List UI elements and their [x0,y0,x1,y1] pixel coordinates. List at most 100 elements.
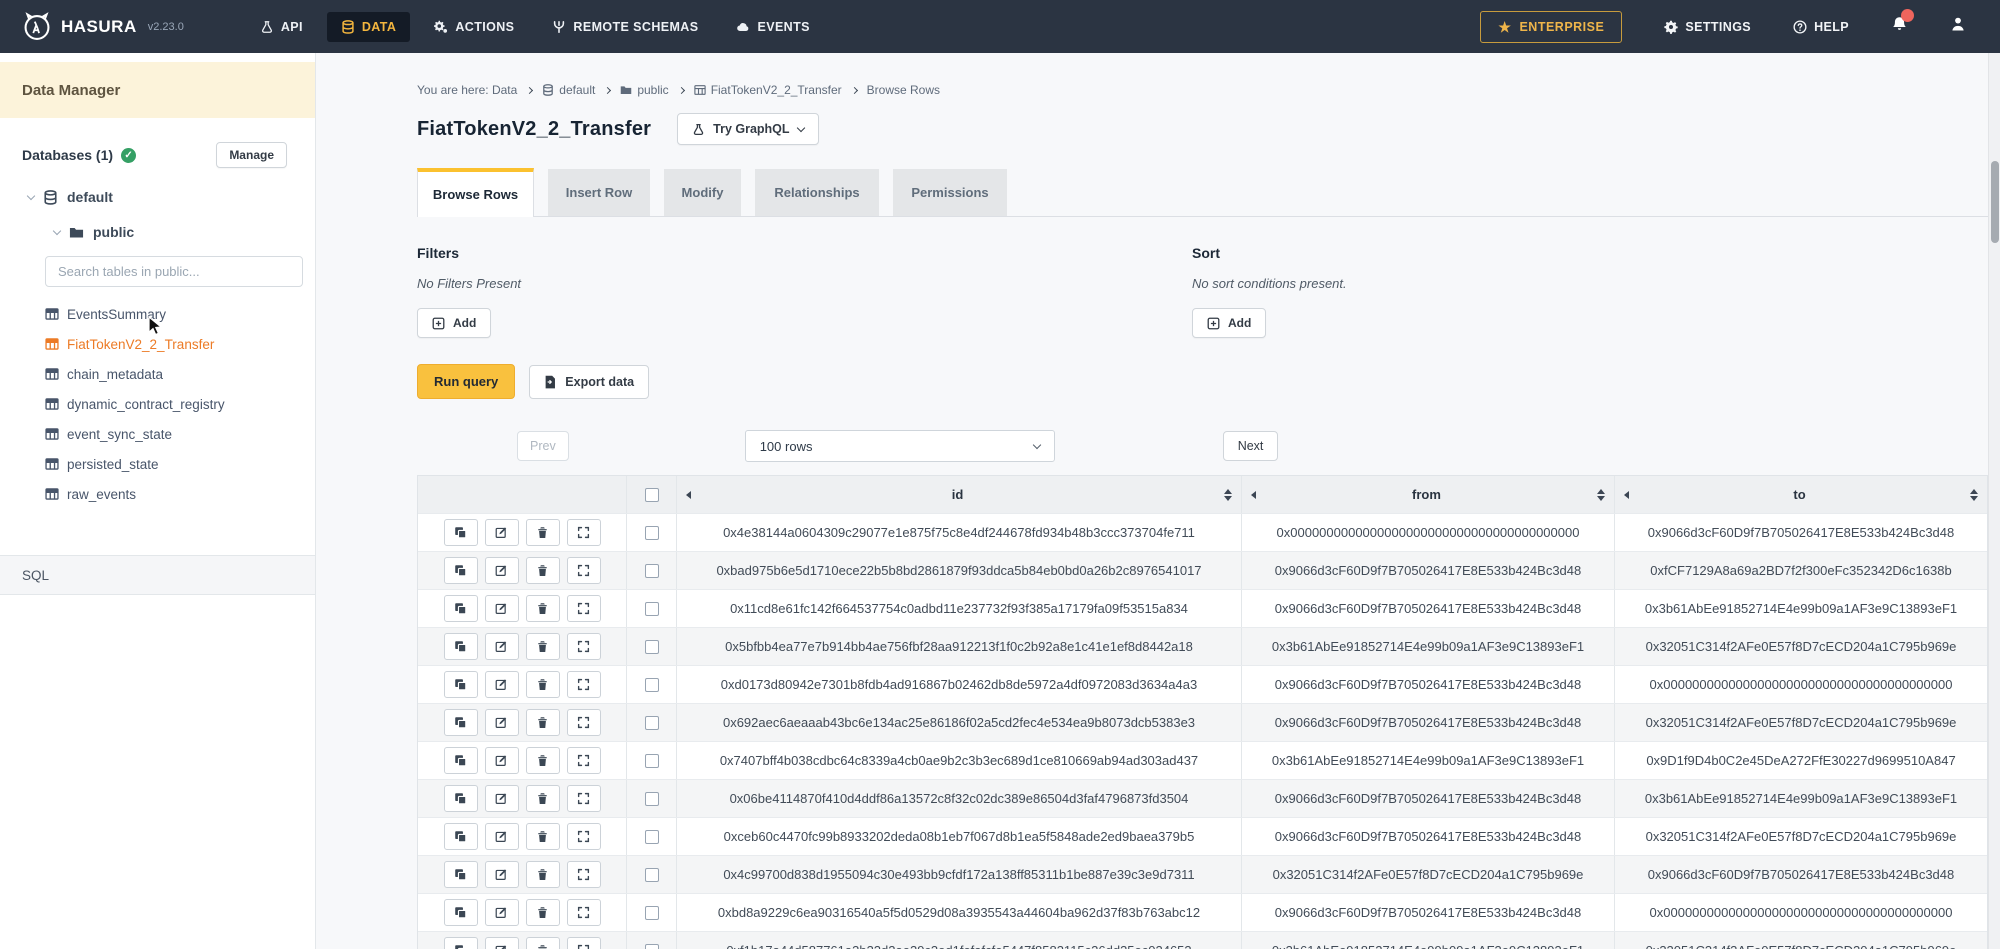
copy-row-button[interactable] [444,557,478,584]
row-checkbox[interactable] [645,526,659,540]
delete-row-button[interactable] [526,937,560,949]
sidebar-table-item-dynamic_contract_registry[interactable]: dynamic_contract_registry [0,389,315,419]
export-data-button[interactable]: Export data [529,365,649,399]
delete-row-button[interactable] [526,633,560,660]
nav-item-api[interactable]: API [246,12,317,42]
copy-row-button[interactable] [444,823,478,850]
delete-row-button[interactable] [526,519,560,546]
row-checkbox[interactable] [645,678,659,692]
try-graphql-button[interactable]: Try GraphQL [677,113,818,145]
edit-row-button[interactable] [485,557,519,584]
row-checkbox[interactable] [645,792,659,806]
chevron-down-icon[interactable] [27,191,35,199]
sort-arrows-icon[interactable] [1970,489,1978,501]
tab-insert-row[interactable]: Insert Row [548,169,650,216]
column-header-to[interactable]: to [1614,476,1987,513]
user-menu-button[interactable] [1950,16,1966,37]
chevron-down-icon[interactable] [53,226,61,234]
row-checkbox[interactable] [645,602,659,616]
row-checkbox[interactable] [645,640,659,654]
copy-row-button[interactable] [444,785,478,812]
copy-row-button[interactable] [444,747,478,774]
copy-row-button[interactable] [444,709,478,736]
expand-row-button[interactable] [567,823,601,850]
prev-page-button[interactable]: Prev [517,431,569,461]
row-checkbox[interactable] [645,564,659,578]
edit-row-button[interactable] [485,899,519,926]
expand-row-button[interactable] [567,671,601,698]
delete-row-button[interactable] [526,899,560,926]
column-header-from[interactable]: from [1241,476,1614,513]
breadcrumb-prefix[interactable]: You are here: Data [417,83,517,97]
scrollbar-thumb[interactable] [1991,161,1999,243]
copy-row-button[interactable] [444,633,478,660]
sidebar-item-sql[interactable]: SQL [0,555,315,595]
expand-row-button[interactable] [567,519,601,546]
settings-button[interactable]: SETTINGS [1664,20,1751,34]
sidebar-table-item-raw_events[interactable]: raw_events [0,479,315,509]
sort-arrows-icon[interactable] [1224,489,1232,501]
hasura-brand[interactable]: HASURA v2.23.0 [22,12,184,42]
delete-row-button[interactable] [526,747,560,774]
delete-row-button[interactable] [526,557,560,584]
expand-row-button[interactable] [567,595,601,622]
edit-row-button[interactable] [485,633,519,660]
expand-row-button[interactable] [567,861,601,888]
delete-row-button[interactable] [526,671,560,698]
add-filter-button[interactable]: Add [417,308,491,338]
row-checkbox[interactable] [645,906,659,920]
expand-row-button[interactable] [567,785,601,812]
sidebar-table-item-persisted_state[interactable]: persisted_state [0,449,315,479]
vertical-scrollbar[interactable] [1988,53,2000,949]
row-checkbox[interactable] [645,868,659,882]
select-all-checkbox[interactable] [645,488,659,502]
edit-row-button[interactable] [485,747,519,774]
copy-row-button[interactable] [444,595,478,622]
add-sort-button[interactable]: Add [1192,308,1266,338]
delete-row-button[interactable] [526,785,560,812]
nav-item-events[interactable]: EVENTS [722,12,823,42]
breadcrumb-table[interactable]: FiatTokenV2_2_Transfer [694,83,842,97]
copy-row-button[interactable] [444,937,478,949]
copy-row-button[interactable] [444,899,478,926]
delete-row-button[interactable] [526,595,560,622]
help-button[interactable]: HELP [1793,20,1849,34]
expand-row-button[interactable] [567,633,601,660]
edit-row-button[interactable] [485,785,519,812]
next-page-button[interactable]: Next [1223,431,1279,461]
row-checkbox[interactable] [645,754,659,768]
expand-row-button[interactable] [567,899,601,926]
delete-row-button[interactable] [526,709,560,736]
tab-relationships[interactable]: Relationships [755,169,879,216]
notifications-button[interactable] [1891,16,1908,38]
sidebar-table-item-FiatTokenV2_2_Transfer[interactable]: FiatTokenV2_2_Transfer [0,329,315,359]
nav-item-actions[interactable]: ACTIONS [420,12,528,42]
nav-item-remote-schemas[interactable]: REMOTE SCHEMAS [538,12,712,42]
breadcrumb-default[interactable]: default [542,83,595,97]
tab-browse-rows[interactable]: Browse Rows [417,168,534,217]
tab-modify[interactable]: Modify [664,169,741,216]
rows-per-page-select[interactable]: 100 rows [745,430,1055,462]
sidebar-item-default-db[interactable]: default [28,189,315,205]
edit-row-button[interactable] [485,595,519,622]
edit-row-button[interactable] [485,709,519,736]
delete-row-button[interactable] [526,861,560,888]
row-checkbox[interactable] [645,944,659,949]
expand-row-button[interactable] [567,747,601,774]
row-checkbox[interactable] [645,830,659,844]
edit-row-button[interactable] [485,861,519,888]
copy-row-button[interactable] [444,671,478,698]
delete-row-button[interactable] [526,823,560,850]
enterprise-button[interactable]: ★ ENTERPRISE [1480,11,1622,43]
copy-row-button[interactable] [444,861,478,888]
edit-row-button[interactable] [485,937,519,949]
expand-row-button[interactable] [567,709,601,736]
breadcrumb-public[interactable]: public [620,83,668,97]
edit-row-button[interactable] [485,519,519,546]
sort-arrows-icon[interactable] [1597,489,1605,501]
expand-row-button[interactable] [567,557,601,584]
sidebar-table-item-EventsSummary[interactable]: EventsSummary [0,299,315,329]
sidebar-table-item-event_sync_state[interactable]: event_sync_state [0,419,315,449]
expand-row-button[interactable] [567,937,601,949]
row-checkbox[interactable] [645,716,659,730]
